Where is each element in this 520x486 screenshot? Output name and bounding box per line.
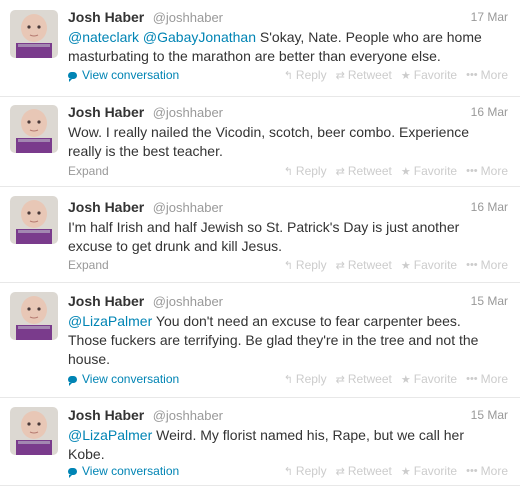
reply-button[interactable]: ↰ Reply bbox=[284, 464, 327, 478]
tweet-text: @LizaPalmer You don't need an excuse to … bbox=[68, 312, 488, 369]
reply-button[interactable]: ↰ Reply bbox=[284, 68, 327, 82]
author-name[interactable]: Josh Haber bbox=[68, 9, 144, 25]
reply-arrow-icon: ↰ bbox=[283, 373, 293, 386]
tweet-date[interactable]: 15 Mar bbox=[471, 408, 508, 422]
dots-icon: ••• bbox=[466, 69, 478, 81]
reply-arrow-icon: ↰ bbox=[283, 259, 293, 272]
reply-arrow-icon: ↰ bbox=[283, 165, 293, 178]
retweet-button[interactable]: ⇄ Retweet bbox=[336, 68, 392, 82]
star-icon: ★ bbox=[400, 259, 411, 272]
expand-link[interactable]: Expand bbox=[68, 258, 109, 272]
retweet-button[interactable]: ⇄ Retweet bbox=[336, 372, 392, 386]
tweet-text: @LizaPalmer Weird. My florist named his,… bbox=[68, 426, 488, 464]
retweet-arrows-icon: ⇄ bbox=[335, 165, 345, 178]
tweet-text: Wow. I really nailed the Vicodin, scotch… bbox=[68, 124, 470, 159]
avatar[interactable] bbox=[10, 196, 58, 244]
reply-arrow-icon: ↰ bbox=[283, 69, 293, 82]
author-handle[interactable]: @joshhaber bbox=[153, 294, 223, 309]
tweet-date[interactable]: 16 Mar bbox=[471, 200, 508, 214]
retweet-arrows-icon: ⇄ bbox=[335, 465, 345, 478]
author-name[interactable]: Josh Haber bbox=[68, 104, 144, 120]
mention-link[interactable]: @LizaPalmer bbox=[68, 313, 152, 329]
retweet-arrows-icon: ⇄ bbox=[335, 69, 345, 82]
author-handle[interactable]: @joshhaber bbox=[153, 10, 223, 25]
more-button[interactable]: ••• More bbox=[466, 164, 508, 178]
expand-link[interactable]: Expand bbox=[68, 164, 109, 178]
dots-icon: ••• bbox=[466, 465, 478, 477]
retweet-button[interactable]: ⇄ Retweet bbox=[336, 464, 392, 478]
reply-button[interactable]: ↰ Reply bbox=[284, 258, 327, 272]
conversation-bubble-icon bbox=[68, 375, 77, 386]
retweet-arrows-icon: ⇄ bbox=[335, 259, 345, 272]
more-button[interactable]: ••• More bbox=[466, 464, 508, 478]
author-handle[interactable]: @joshhaber bbox=[153, 408, 223, 423]
tweet-date[interactable]: 16 Mar bbox=[471, 105, 508, 119]
favorite-button[interactable]: ★ Favorite bbox=[401, 372, 457, 386]
tweet-date[interactable]: 15 Mar bbox=[471, 294, 508, 308]
view-conversation-link[interactable]: View conversation bbox=[68, 464, 179, 478]
reply-button[interactable]: ↰ Reply bbox=[284, 372, 327, 386]
dots-icon: ••• bbox=[466, 373, 478, 385]
retweet-button[interactable]: ⇄ Retweet bbox=[336, 164, 392, 178]
author-name[interactable]: Josh Haber bbox=[68, 199, 144, 215]
more-button[interactable]: ••• More bbox=[466, 372, 508, 386]
reply-arrow-icon: ↰ bbox=[283, 465, 293, 478]
favorite-button[interactable]: ★ Favorite bbox=[401, 164, 457, 178]
author-handle[interactable]: @joshhaber bbox=[153, 105, 223, 120]
tweet-2[interactable]: Josh Haber @joshhaber 16 Mar Wow. I real… bbox=[0, 97, 520, 187]
view-conversation-link[interactable]: View conversation bbox=[68, 372, 179, 386]
star-icon: ★ bbox=[400, 465, 411, 478]
tweet-5[interactable]: Josh Haber @joshhaber 15 Mar @LizaPalmer… bbox=[0, 398, 520, 486]
conversation-bubble-icon bbox=[68, 71, 77, 82]
favorite-button[interactable]: ★ Favorite bbox=[401, 464, 457, 478]
star-icon: ★ bbox=[400, 373, 411, 386]
avatar[interactable] bbox=[10, 407, 58, 455]
star-icon: ★ bbox=[400, 69, 411, 82]
more-button[interactable]: ••• More bbox=[466, 68, 508, 82]
mention-link[interactable]: @nateclark bbox=[68, 29, 139, 45]
author-name[interactable]: Josh Haber bbox=[68, 407, 144, 423]
tweet-3[interactable]: Josh Haber @joshhaber 16 Mar I'm half Ir… bbox=[0, 187, 520, 283]
view-conversation-label: View conversation bbox=[82, 464, 180, 478]
view-conversation-label: View conversation bbox=[82, 372, 180, 386]
conversation-bubble-icon bbox=[68, 467, 77, 478]
dots-icon: ••• bbox=[466, 259, 478, 271]
star-icon: ★ bbox=[400, 165, 411, 178]
favorite-button[interactable]: ★ Favorite bbox=[401, 68, 457, 82]
retweet-arrows-icon: ⇄ bbox=[335, 373, 345, 386]
tweet-date[interactable]: 17 Mar bbox=[471, 10, 508, 24]
tweet-text: @nateclark @GabayJonathan S'okay, Nate. … bbox=[68, 28, 488, 66]
reply-button[interactable]: ↰ Reply bbox=[284, 164, 327, 178]
tweet-1[interactable]: Josh Haber @joshhaber 17 Mar @nateclark … bbox=[0, 0, 520, 97]
tweet-text: I'm half Irish and half Jewish so St. Pa… bbox=[68, 219, 460, 254]
author-handle[interactable]: @joshhaber bbox=[153, 200, 223, 215]
tweet-4[interactable]: Josh Haber @joshhaber 15 Mar @LizaPalmer… bbox=[0, 283, 520, 398]
dots-icon: ••• bbox=[466, 165, 478, 177]
view-conversation-link[interactable]: View conversation bbox=[68, 68, 179, 82]
view-conversation-label: View conversation bbox=[82, 68, 180, 82]
avatar[interactable] bbox=[10, 10, 58, 58]
avatar[interactable] bbox=[10, 292, 58, 340]
avatar[interactable] bbox=[10, 105, 58, 153]
author-name[interactable]: Josh Haber bbox=[68, 293, 144, 309]
mention-link[interactable]: @GabayJonathan bbox=[143, 29, 256, 45]
more-button[interactable]: ••• More bbox=[466, 258, 508, 272]
retweet-button[interactable]: ⇄ Retweet bbox=[336, 258, 392, 272]
favorite-button[interactable]: ★ Favorite bbox=[401, 258, 457, 272]
mention-link[interactable]: @LizaPalmer bbox=[68, 427, 152, 443]
